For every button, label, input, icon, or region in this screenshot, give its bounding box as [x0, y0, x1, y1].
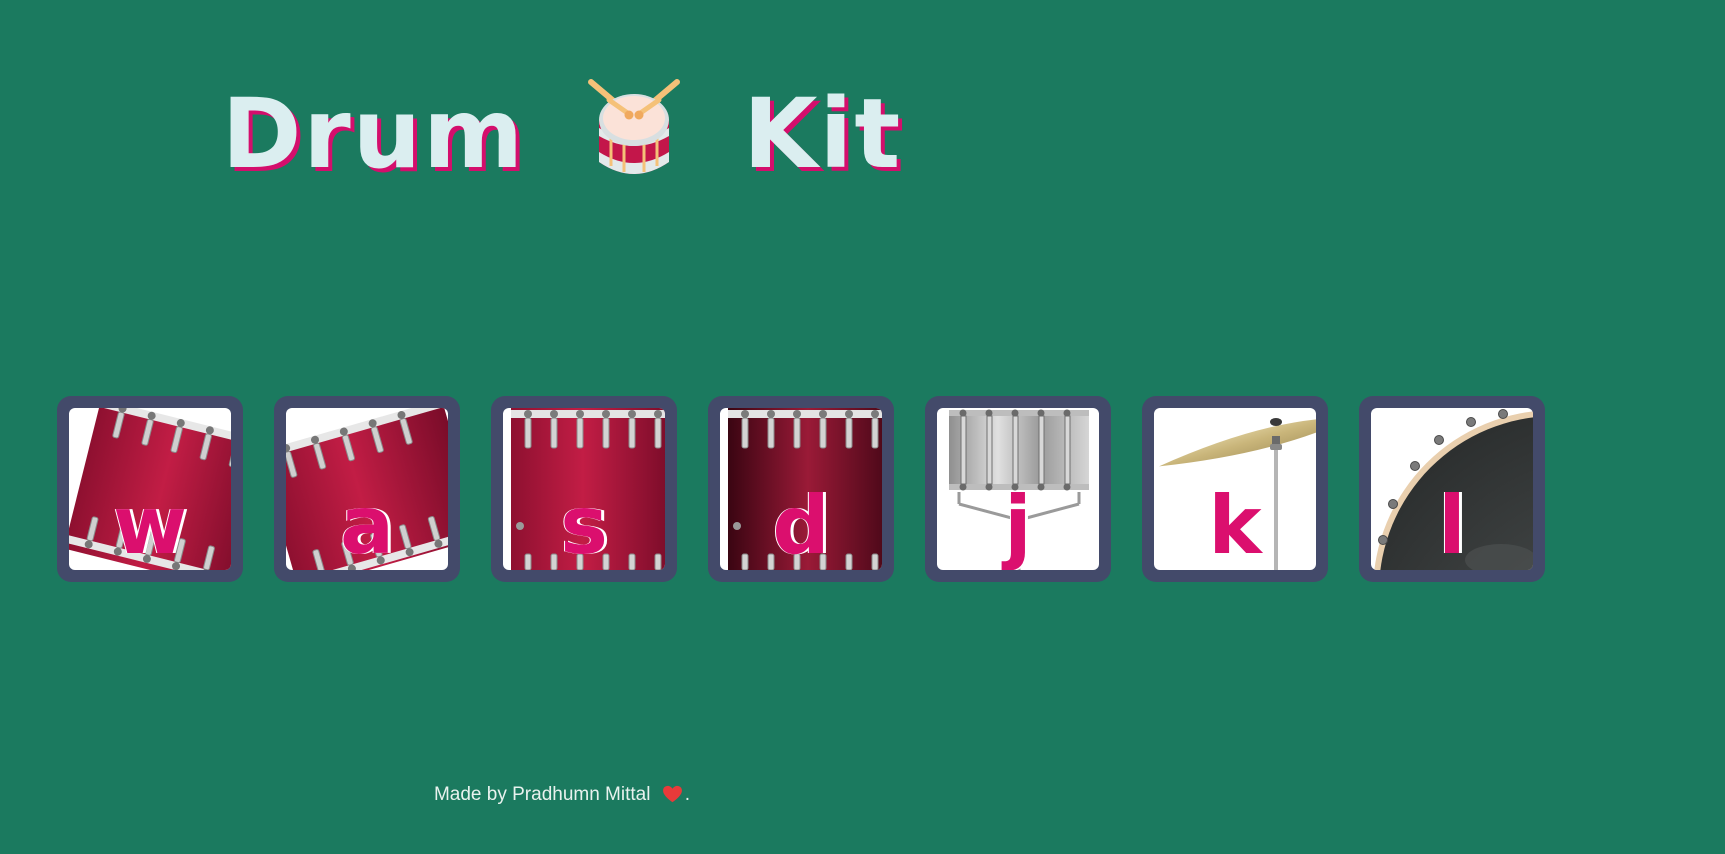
drum-button-l[interactable]: l: [1359, 396, 1545, 582]
drum-button-d[interactable]: d: [708, 396, 894, 582]
drum-button-w[interactable]: w: [57, 396, 243, 582]
drum-key-label: a: [340, 479, 394, 570]
title-word-drum: Drum: [221, 78, 526, 190]
drum-key-label: j: [1004, 479, 1032, 570]
drum-key-label: s: [560, 479, 608, 570]
title-word-kit: Kit: [743, 78, 903, 190]
footer: Made by Pradhumn Mittal .: [0, 784, 1124, 806]
footer-credit: Made by Pradhumn Mittal: [433, 784, 651, 805]
drum-with-sticks-icon: [588, 79, 681, 174]
drum-face: a: [286, 408, 448, 570]
drum-face: s: [503, 408, 665, 570]
drum-button-k[interactable]: k: [1142, 396, 1328, 582]
drum-face: w: [69, 408, 231, 570]
footer-suffix: .: [684, 784, 691, 805]
drum-key-label: l: [1438, 479, 1466, 570]
drum-key-label: d: [772, 479, 830, 570]
drum-button-j[interactable]: j: [925, 396, 1111, 582]
drum-face: k: [1154, 408, 1316, 570]
drum-button-s[interactable]: s: [491, 396, 677, 582]
drum-set: w a s d j k l: [57, 396, 1545, 582]
drum-face: d: [720, 408, 882, 570]
drum-key-label: k: [1208, 479, 1262, 570]
drum-face: l: [1371, 408, 1533, 570]
heart-icon: [662, 785, 682, 803]
page-title: Drum Kit: [0, 64, 1124, 204]
drum-button-a[interactable]: a: [274, 396, 460, 582]
drum-face: j: [937, 408, 1099, 570]
drum-key-label: w: [113, 479, 187, 570]
